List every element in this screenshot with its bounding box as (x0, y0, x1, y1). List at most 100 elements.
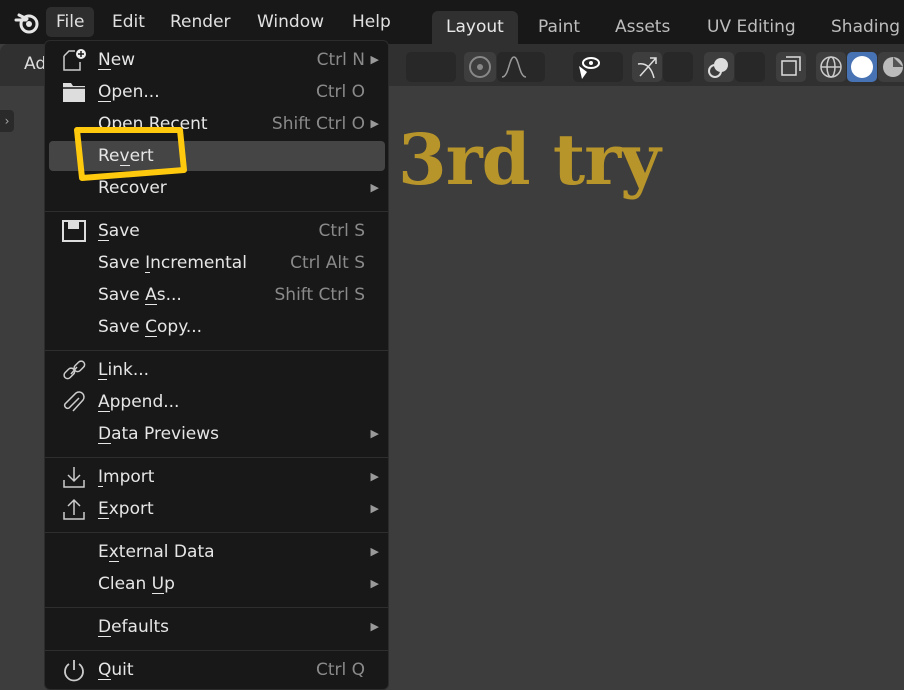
snap-button[interactable] (406, 52, 456, 82)
menu-item-open[interactable]: Open... Ctrl O (49, 77, 385, 107)
link-icon (63, 360, 86, 380)
menu-item-save-as[interactable]: Save As... Shift Ctrl S (49, 280, 385, 310)
menu-item-clean-up[interactable]: Clean Up ▶ (49, 569, 385, 599)
mnemonic-underline (98, 518, 109, 519)
mnemonic-underline (108, 561, 119, 562)
proportional-edit-button[interactable] (464, 52, 496, 82)
new-file-icon (63, 49, 86, 71)
menu-file[interactable]: File (46, 7, 95, 37)
save-icon (62, 220, 86, 242)
menu-item-open-recent[interactable]: Open Recent Shift Ctrl O ▶ (49, 109, 385, 139)
mnemonic-underline (98, 486, 104, 487)
solid-shading-button[interactable] (847, 52, 877, 82)
sidebar-toggle[interactable]: › (0, 110, 14, 132)
menu-item-label: Defaults (98, 617, 169, 637)
submenu-arrow-icon: ▶ (370, 181, 379, 194)
gizmo-button[interactable] (632, 52, 662, 82)
falloff-dropdown[interactable] (497, 52, 545, 82)
menu-separator (45, 532, 388, 533)
menu-item-label: Revert (98, 146, 154, 166)
menu-item-label: External Data (98, 542, 215, 562)
submenu-arrow-icon: ▶ (370, 427, 379, 440)
visibility-dropdown[interactable] (573, 52, 623, 82)
menu-separator (45, 211, 388, 212)
tab-paint[interactable]: Paint (524, 11, 594, 44)
file-menu: New Ctrl N ▶ Open... Ctrl O Open Recent Shift … (44, 40, 389, 690)
menu-item-label: Export (98, 499, 154, 519)
submenu-arrow-icon: ▶ (370, 545, 379, 558)
top-bar: File Edit Render Window Help Layout Paint Asse… (0, 0, 904, 44)
menu-window[interactable]: Window (247, 7, 334, 37)
add-menu[interactable]: Ad (24, 54, 46, 74)
menu-item-label: Clean Up (98, 574, 175, 594)
menu-edit[interactable]: Edit (102, 7, 155, 37)
menu-item-label: Link... (98, 360, 150, 380)
mnemonic-underline (98, 411, 110, 412)
mnemonic-underline (145, 272, 151, 273)
menu-item-new[interactable]: New Ctrl N ▶ (49, 45, 385, 75)
menu-item-shortcut: Ctrl N (316, 50, 365, 70)
menu-item-label: Recover (98, 178, 167, 198)
menu-separator (45, 457, 388, 458)
menu-item-label: New (98, 50, 136, 70)
gizmo-dropdown[interactable] (663, 52, 693, 82)
menu-item-recover[interactable]: Recover ▶ (49, 173, 385, 203)
menu-item-shortcut: Ctrl Alt S (290, 253, 365, 273)
mnemonic-underline (98, 636, 112, 637)
menu-item-shortcut: Ctrl Q (315, 660, 365, 680)
menu-item-quit[interactable]: Quit Ctrl Q (49, 655, 385, 685)
menu-item-label: Open... (98, 82, 160, 102)
tab-assets[interactable]: Assets (601, 11, 684, 44)
menu-item-save[interactable]: Save Ctrl S (49, 216, 385, 246)
mnemonic-underline (98, 240, 109, 241)
menu-item-link[interactable]: Link... (49, 355, 385, 385)
menu-item-label: Save Copy... (98, 317, 203, 337)
menu-render[interactable]: Render (160, 7, 241, 37)
submenu-arrow-icon: ▶ (370, 502, 379, 515)
menu-item-label: Save As... (98, 285, 182, 305)
menu-separator (45, 650, 388, 651)
mnemonic-underline (98, 679, 112, 680)
menu-item-save-copy[interactable]: Save Copy... (49, 312, 385, 342)
mnemonic-underline (119, 165, 130, 166)
folder-icon (63, 83, 85, 102)
menu-item-label: Open Recent (98, 114, 208, 134)
mnemonic-underline (98, 443, 112, 444)
xray-button[interactable] (776, 52, 806, 82)
menu-item-shortcut: Shift Ctrl S (274, 285, 366, 305)
menu-item-shortcut: Ctrl S (318, 221, 365, 241)
menu-item-label: Save (98, 221, 140, 241)
overlay-button[interactable] (704, 52, 734, 82)
menu-separator (45, 350, 388, 351)
menu-item-data-previews[interactable]: Data Previews ▶ (49, 419, 385, 449)
menu-item-external-data[interactable]: External Data ▶ (49, 537, 385, 567)
menu-separator (45, 607, 388, 608)
menu-item-label: Append... (98, 392, 180, 412)
power-icon (64, 660, 84, 682)
overlay-dropdown[interactable] (735, 52, 765, 82)
blender-logo-icon[interactable] (14, 10, 40, 34)
menu-item-save-incremental[interactable]: Save Incremental Ctrl Alt S (49, 248, 385, 278)
material-shading-button[interactable] (878, 52, 904, 82)
wireframe-shading-button[interactable] (816, 52, 846, 82)
submenu-arrow-icon: ▶ (370, 53, 379, 66)
submenu-arrow-icon: ▶ (370, 577, 379, 590)
menu-item-label: Data Previews (98, 424, 220, 444)
menu-item-defaults[interactable]: Defaults ▶ (49, 612, 385, 642)
menu-help[interactable]: Help (342, 7, 401, 37)
menu-item-export[interactable]: Export ▶ (49, 494, 385, 524)
mnemonic-underline (98, 379, 108, 380)
mnemonic-underline (145, 336, 158, 337)
mnemonic-underline (145, 304, 157, 305)
import-icon (63, 467, 85, 488)
menu-item-label: Import (98, 467, 155, 487)
mnemonic-underline (98, 69, 111, 70)
menu-item-import[interactable]: Import ▶ (49, 462, 385, 492)
tab-layout[interactable]: Layout (432, 11, 518, 44)
tab-uv-editing[interactable]: UV Editing (693, 11, 810, 44)
tab-shading[interactable]: Shading (817, 11, 904, 44)
menu-item-label: Save Incremental (98, 253, 247, 273)
menu-item-shortcut: Shift Ctrl O (271, 114, 365, 134)
menu-item-revert[interactable]: Revert (49, 141, 385, 171)
menu-item-append[interactable]: Append... (49, 387, 385, 417)
